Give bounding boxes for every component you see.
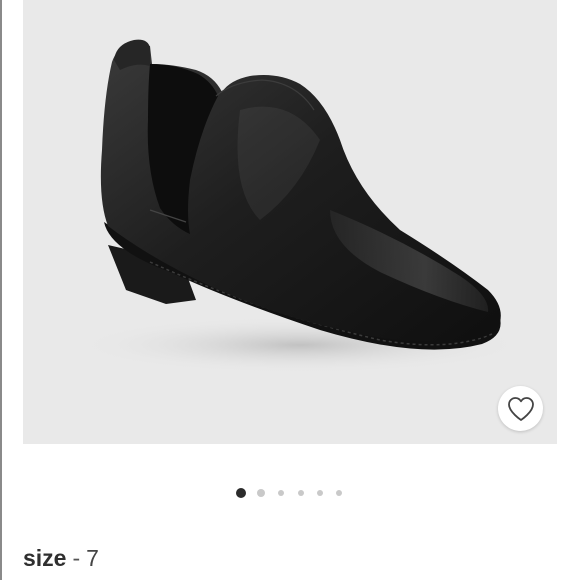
carousel-dot-5[interactable] xyxy=(317,490,323,496)
size-label: size xyxy=(23,545,67,571)
size-separator: - xyxy=(72,545,81,571)
carousel-pagination xyxy=(0,488,580,498)
carousel-dot-3[interactable] xyxy=(278,490,284,496)
carousel-dot-2[interactable] xyxy=(257,489,265,497)
size-value: 7 xyxy=(86,545,99,571)
product-listing-page: size -7 xyxy=(0,0,580,580)
product-image-card[interactable] xyxy=(23,0,557,444)
carousel-dot-1[interactable] xyxy=(236,488,246,498)
heart-outline-icon xyxy=(507,396,534,421)
size-info: size -7 xyxy=(23,543,99,573)
carousel-dot-4[interactable] xyxy=(298,490,304,496)
product-photo-ankle-bootie xyxy=(80,39,520,373)
favorite-button[interactable] xyxy=(498,386,543,431)
carousel-dot-6[interactable] xyxy=(336,490,342,496)
